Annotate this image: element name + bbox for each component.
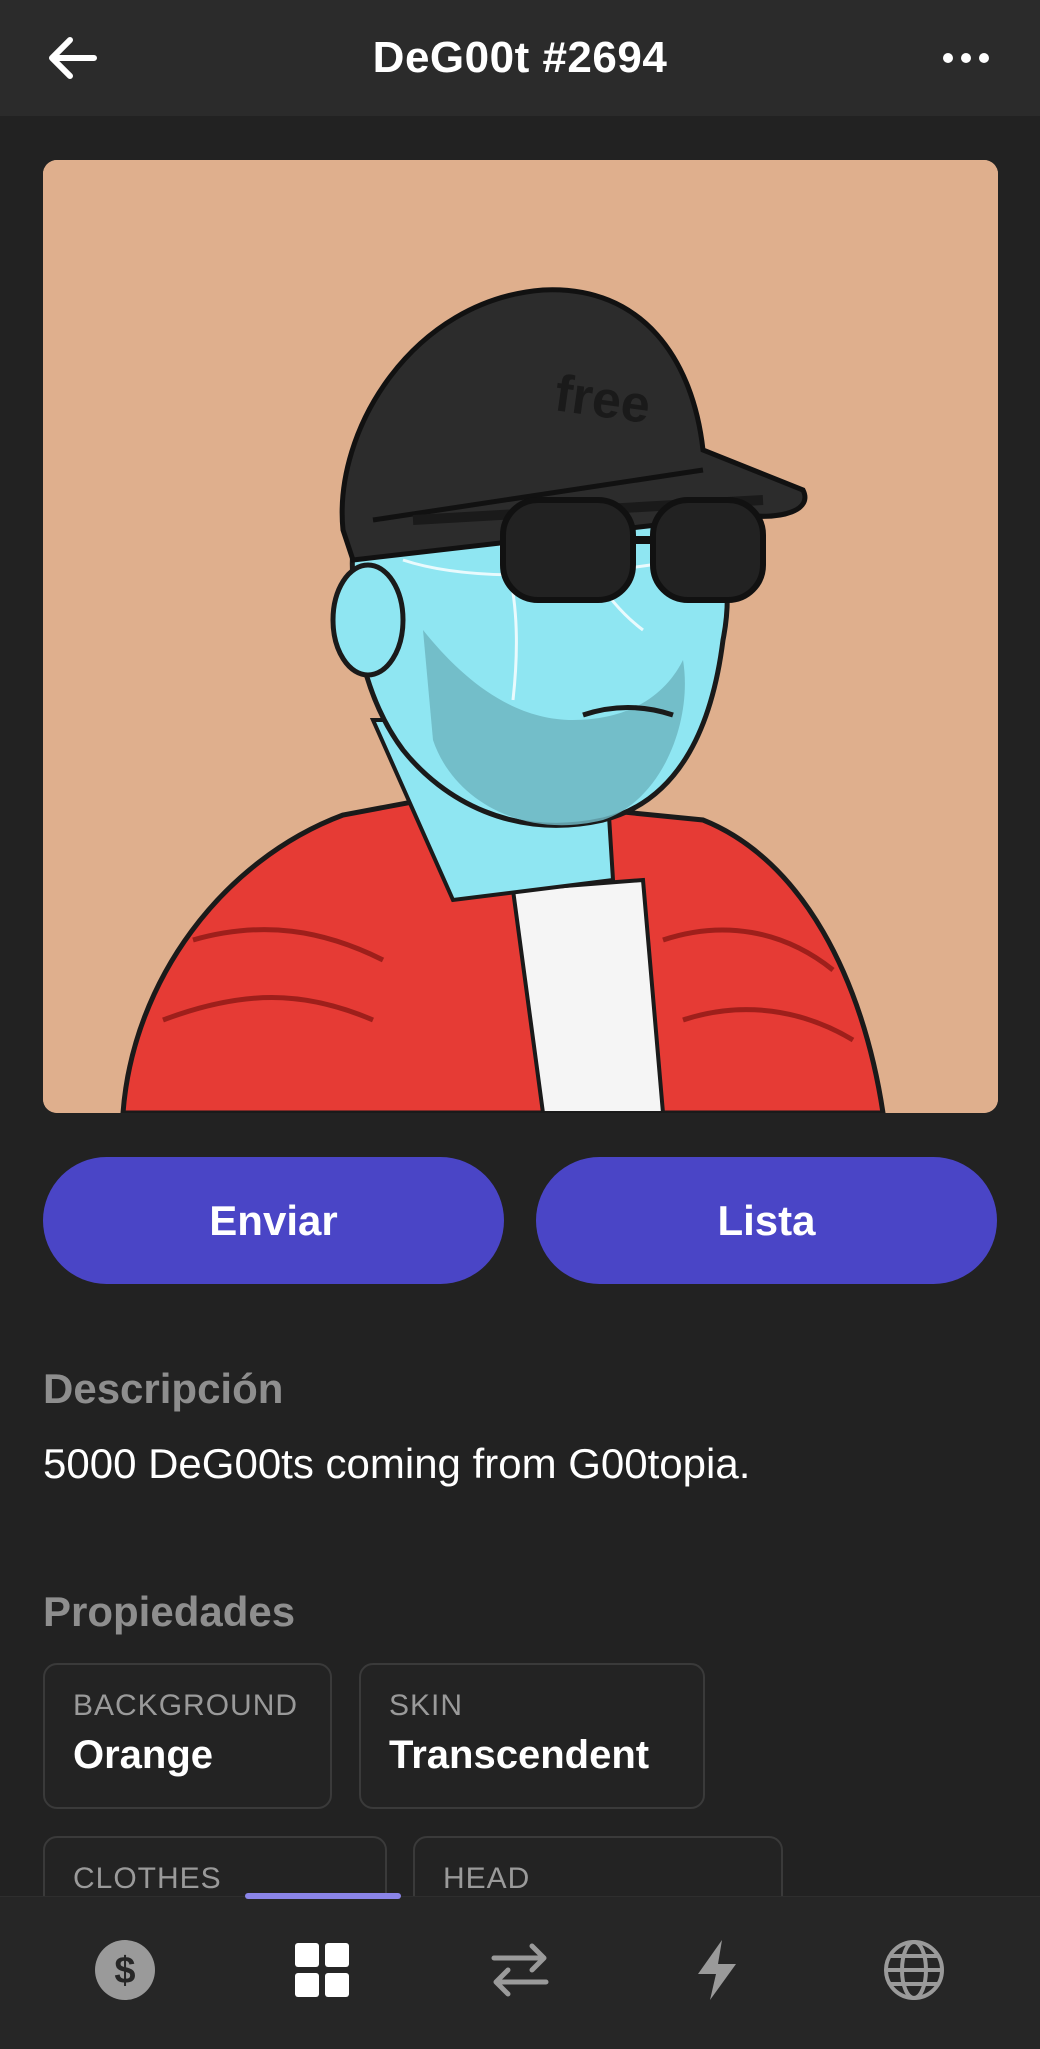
description-heading: Descripción bbox=[43, 1365, 284, 1412]
page-title: DeG00t #2694 bbox=[372, 33, 668, 82]
top-bar: DeG00t #2694 bbox=[0, 0, 1040, 116]
nft-artwork: free bbox=[43, 160, 998, 1113]
lightning-icon bbox=[698, 1940, 736, 2000]
arrow-left-icon bbox=[49, 37, 97, 79]
property-value: Transcendent bbox=[389, 1733, 650, 1777]
swap-icon bbox=[491, 1943, 549, 1997]
tab-activity[interactable] bbox=[677, 1930, 757, 2010]
property-card-background: BACKGROUND Orange bbox=[43, 1663, 332, 1809]
grid-icon bbox=[295, 1943, 349, 1997]
nft-image: free bbox=[43, 160, 998, 1113]
svg-text:$: $ bbox=[114, 1950, 135, 1992]
property-type: SKIN bbox=[389, 1689, 464, 1722]
properties-heading: Propiedades bbox=[43, 1588, 296, 1635]
tab-browser[interactable] bbox=[874, 1930, 954, 2010]
tab-wallet[interactable]: $ bbox=[85, 1930, 165, 2010]
globe-icon bbox=[884, 1940, 944, 2000]
more-options-button[interactable] bbox=[936, 34, 996, 82]
description-text: 5000 DeG00ts coming from G00topia. bbox=[43, 1440, 751, 1487]
dollar-icon: $ bbox=[95, 1940, 155, 2000]
back-button[interactable] bbox=[44, 30, 104, 86]
list-button[interactable]: Lista bbox=[536, 1157, 997, 1284]
tab-swap[interactable] bbox=[480, 1930, 560, 2010]
active-tab-indicator bbox=[245, 1893, 401, 1899]
property-value: Orange bbox=[73, 1733, 214, 1777]
property-card-skin: SKIN Transcendent bbox=[359, 1663, 705, 1809]
property-type: HEAD bbox=[443, 1862, 531, 1895]
property-type: BACKGROUND bbox=[73, 1689, 299, 1722]
tab-collectibles[interactable] bbox=[282, 1930, 362, 2010]
ellipsis-icon bbox=[943, 53, 989, 63]
send-button[interactable]: Enviar bbox=[43, 1157, 504, 1284]
property-type: CLOTHES bbox=[73, 1862, 222, 1895]
